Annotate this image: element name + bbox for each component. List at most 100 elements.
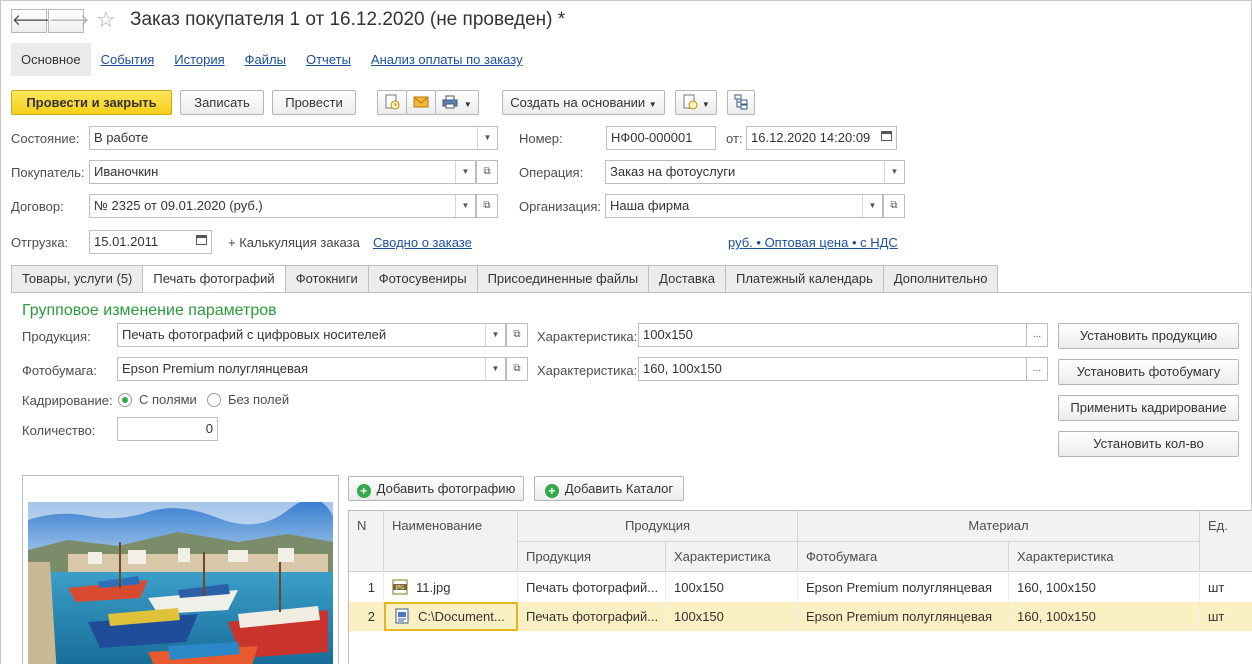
col-header-n[interactable]: N [349,511,384,572]
related-documents-button[interactable]: ▼ [675,90,717,115]
dropdown-arrow-icon[interactable]: ▼ [485,358,505,380]
tab-payment-calendar[interactable]: Платежный календарь [724,265,883,293]
tab-delivery[interactable]: Доставка [648,265,725,293]
quantity-label: Количество: [22,423,96,438]
set-photo-paper-button[interactable]: Установить фотобумагу [1058,359,1239,385]
paper-characteristic-select-button[interactable]: ... [1026,357,1048,381]
crop-no-margins-label[interactable]: Без полей [228,392,289,407]
col-header-photo-paper[interactable]: Фотобумага [798,542,1009,572]
photo-paper-select[interactable]: Epson Premium полуглянцевая ▼ [117,357,506,381]
product-select[interactable]: Печать фотографий с цифровых носителей ▼ [117,323,506,347]
crop-with-margins-radio[interactable] [118,393,132,407]
apply-cropping-button[interactable]: Применить кадрирование [1058,395,1239,421]
col-header-product-characteristic[interactable]: Характеристика [666,542,798,572]
tab-additional[interactable]: Дополнительно [882,265,999,293]
product-characteristic-select-button[interactable]: ... [1026,323,1048,347]
col-header-product[interactable]: Продукция [518,542,666,572]
create-based-on-label: Создать на основании [510,95,646,110]
contract-select[interactable]: № 2325 от 09.01.2020 (руб.) ▼ [89,194,476,218]
buyer-select[interactable]: Иваночкин ▼ [89,160,476,184]
favorite-star-icon[interactable]: ☆ [96,7,116,33]
tab-attached-files[interactable]: Присоединенные файлы [476,265,649,293]
open-product-button[interactable]: ⧉ [506,323,528,347]
row-1-name[interactable]: JPG 11.jpg [384,573,518,602]
state-select[interactable]: В работе ▼ [89,126,498,150]
row-1-n[interactable]: 1 [349,573,384,602]
row-2-name[interactable]: C:\Document... [384,602,518,631]
row-2-unit[interactable]: шт [1200,602,1252,631]
print-button[interactable]: ▼ [435,90,479,115]
number-label: Номер: [519,131,563,146]
row-2-paper-characteristic[interactable]: 160, 100x150 [1009,602,1200,631]
set-product-button[interactable]: Установить продукцию [1058,323,1239,349]
dropdown-arrow-icon[interactable]: ▼ [455,161,475,183]
nav-tab-reports[interactable]: Отчеты [296,43,361,76]
tab-photobooks[interactable]: Фотокниги [284,265,368,293]
open-window-icon: ⧉ [483,166,491,177]
dropdown-arrow-icon[interactable]: ▼ [884,161,904,183]
add-photo-label: Добавить фотографию [376,481,516,496]
col-header-unit[interactable]: Ед. [1200,511,1252,572]
document-file-icon [395,608,409,624]
product-value: Печать фотографий с цифровых носителей [122,327,387,342]
number-field[interactable]: НФ00-000001 [606,126,716,150]
price-type-link[interactable]: руб. • Оптовая цена • с НДС [728,235,898,250]
row-2-product-characteristic[interactable]: 100x150 [666,602,798,631]
paper-characteristic-field[interactable]: 160, 100x150 [638,357,1027,381]
row-1-photo-paper[interactable]: Epson Premium полуглянцевая [798,573,1009,602]
row-1-product-characteristic[interactable]: 100x150 [666,573,798,602]
quantity-field[interactable]: 0 [117,417,218,441]
col-header-paper-characteristic[interactable]: Характеристика [1009,542,1200,572]
row-2-photo-paper[interactable]: Epson Premium полуглянцевая [798,602,1009,631]
row-1-product[interactable]: Печать фотографий... [518,573,666,602]
organization-select[interactable]: Наша фирма ▼ [605,194,883,218]
date-field[interactable]: 16.12.2020 14:20:09 [746,126,897,150]
order-summary-link[interactable]: Сводно о заказе [373,235,472,250]
crop-with-margins-label[interactable]: С полями [139,392,197,407]
printer-icon [442,95,458,109]
create-based-on-button[interactable]: Создать на основании ▼ [502,90,665,115]
structure-button[interactable] [727,90,755,115]
open-photo-paper-button[interactable]: ⧉ [506,357,528,381]
photo-print-table: N Наименование Продукция Материал Ед. Пр… [348,510,1252,664]
post-and-close-button[interactable]: Провести и закрыть [11,90,172,115]
shipment-date-field[interactable]: 15.01.2011 [89,230,212,254]
dropdown-arrow-icon[interactable]: ▼ [477,127,497,149]
save-button[interactable]: Записать [180,90,264,115]
document-history-button[interactable] [377,90,407,115]
add-catalog-button[interactable]: + Добавить Каталог [534,476,684,501]
open-buyer-button[interactable]: ⧉ [476,160,498,184]
back-button[interactable]: 🡐 [11,9,52,33]
open-organization-button[interactable]: ⧉ [883,194,905,218]
crop-no-margins-radio[interactable] [207,393,221,407]
row-1-unit[interactable]: шт [1200,573,1252,602]
nav-tab-payment-analysis[interactable]: Анализ оплаты по заказу [361,43,533,76]
nav-tab-events[interactable]: События [91,43,165,76]
nav-tab-files[interactable]: Файлы [235,43,296,76]
row-2-n[interactable]: 2 [349,602,384,631]
calendar-icon[interactable] [191,231,211,253]
nav-tab-history[interactable]: История [164,43,234,76]
col-header-name[interactable]: Наименование [384,511,518,572]
post-button[interactable]: Провести [272,90,356,115]
chevron-down-icon: ▼ [701,100,710,109]
dropdown-arrow-icon[interactable]: ▼ [862,195,882,217]
set-quantity-button[interactable]: Установить кол-во [1058,431,1239,457]
add-photo-button[interactable]: + Добавить фотографию [348,476,524,501]
tab-photo-printing[interactable]: Печать фотографий [142,265,285,293]
operation-select[interactable]: Заказ на фотоуслуги ▼ [605,160,905,184]
open-contract-button[interactable]: ⧉ [476,194,498,218]
nav-tab-main[interactable]: Основное [11,43,91,76]
row-1-paper-characteristic[interactable]: 160, 100x150 [1009,573,1200,602]
dropdown-arrow-icon[interactable]: ▼ [455,195,475,217]
row-2-product[interactable]: Печать фотографий... [518,602,666,631]
email-button[interactable] [406,90,436,115]
tab-photo-souvenirs[interactable]: Фотосувениры [367,265,477,293]
arrow-left-icon: 🡐 [12,12,53,29]
product-characteristic-field[interactable]: 100x150 [638,323,1027,347]
tab-goods-services[interactable]: Товары, услуги (5) [11,265,143,293]
calendar-icon[interactable] [876,127,896,149]
forward-button[interactable]: 🡒 [48,9,89,33]
order-calculation-toggle[interactable]: + Калькуляция заказа [228,235,360,250]
dropdown-arrow-icon[interactable]: ▼ [485,324,505,346]
